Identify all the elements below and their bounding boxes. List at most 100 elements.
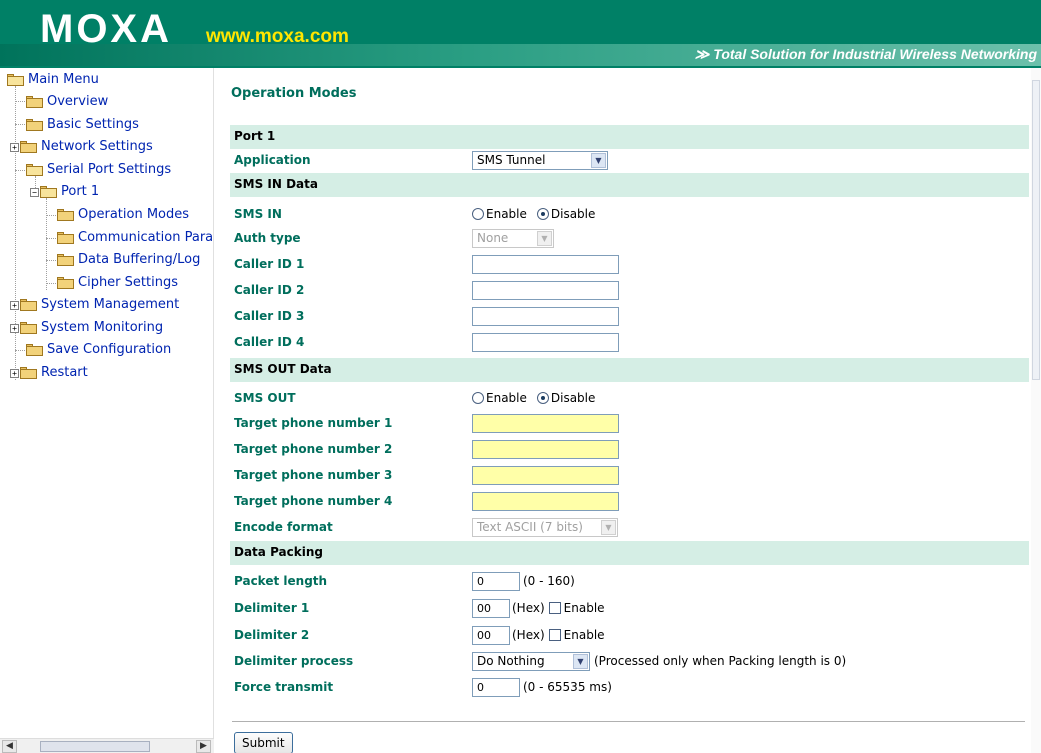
sms-in-disable-radio[interactable] [536,208,549,220]
row-target-phone-2: Target phone number 2 [230,437,1029,461]
target-phone-3-input[interactable] [472,465,619,485]
folder-icon [57,232,74,244]
enable-label: Enable [563,601,605,615]
tree-guide [15,101,25,102]
caller-id-4-input[interactable] [472,332,619,352]
application-select[interactable]: SMS Tunnel ▼ [472,150,608,170]
double-chevron-icon: ≫ [694,46,710,62]
disable-label: Disable [550,207,596,221]
section-sms-out-data: SMS OUT Data [230,358,1029,382]
section-title: SMS IN Data [234,177,318,191]
expand-plus-icon[interactable]: + [10,323,19,333]
section-title: SMS OUT Data [234,362,332,376]
row-caller-id-2: Caller ID 2 [230,278,1029,302]
tree-guide [46,215,56,216]
tagline-text: Total Solution for Industrial Wireless N… [713,46,1037,62]
sidebar-item-system-management[interactable]: + System Management [10,294,179,316]
delimiter-2-enable-checkbox[interactable] [548,629,561,641]
sms-out-label: SMS OUT [234,391,296,405]
caller-id-1-label: Caller ID 1 [234,257,305,271]
packet-length-input[interactable]: 0 [472,571,520,591]
target-phone-1-input[interactable] [472,413,619,433]
chevron-down-icon: ▼ [591,152,606,168]
sidebar-item-communication-parameters[interactable]: Communication Para [57,227,213,249]
scroll-left-icon[interactable]: ◀ [2,740,17,753]
section-port-1: Port 1 [230,125,1029,149]
section-sms-in-data: SMS IN Data [230,173,1029,197]
caller-id-3-input[interactable] [472,306,619,326]
row-caller-id-3: Caller ID 3 [230,304,1029,328]
sidebar-item-basic-settings[interactable]: Basic Settings [26,114,139,136]
disable-label: Disable [550,391,596,405]
section-data-packing: Data Packing [230,541,1029,565]
scrollbar-thumb[interactable] [40,741,150,752]
folder-icon [57,209,74,221]
tagline: ≫ Total Solution for Industrial Wireless … [695,46,1037,63]
application-label: Application [234,153,311,167]
sidebar-item-operation-modes[interactable]: Operation Modes [57,204,189,226]
tree-guide [46,198,47,290]
sidebar-item-system-monitoring[interactable]: + System Monitoring [10,317,163,339]
force-transmit-input[interactable]: 0 [472,677,520,697]
delimiter-1-label: Delimiter 1 [234,601,310,615]
auth-type-label: Auth type [234,231,301,245]
delimiter-2-input[interactable]: 00 [472,625,510,645]
header-banner: MOXA www.moxa.com ≫ Total Solution for In… [0,0,1041,68]
sidebar-item-main-menu[interactable]: Main Menu [7,69,99,91]
tagline-bar: ≫ Total Solution for Industrial Wireless … [0,44,1041,66]
delimiter-1-enable-checkbox[interactable] [548,602,561,614]
submit-button[interactable]: Submit [234,732,293,753]
delimiter-process-select[interactable]: Do Nothing ▼ [472,651,590,671]
caller-id-2-input[interactable] [472,280,619,300]
delimiter-1-input[interactable]: 00 [472,598,510,618]
tree-guide [15,350,25,351]
scrollbar-thumb[interactable] [1032,80,1040,380]
section-title: Port 1 [234,129,276,143]
encode-format-label: Encode format [234,520,333,534]
folder-icon [57,277,74,289]
folder-icon [57,254,74,266]
sidebar-item-serial-port-settings[interactable]: Serial Port Settings [26,159,171,181]
sms-out-enable-radio[interactable] [472,392,484,404]
sidebar-item-overview[interactable]: Overview [26,91,108,113]
row-target-phone-3: Target phone number 3 [230,463,1029,487]
encode-format-select[interactable]: Text ASCII (7 bits) ▼ [472,517,618,537]
chevron-down-icon: ▼ [537,230,552,246]
tree-guide [15,124,25,125]
auth-type-select[interactable]: None ▼ [472,228,554,248]
sidebar-item-restart[interactable]: + Restart [10,362,88,384]
scroll-right-icon[interactable]: ▶ [196,740,211,753]
folder-icon [20,299,37,311]
sidebar-item-port-1[interactable]: − Port 1 [30,181,99,203]
sidebar-item-network-settings[interactable]: + Network Settings [10,136,153,158]
sms-out-disable-radio[interactable] [536,392,549,404]
sidebar-item-data-buffering-log[interactable]: Data Buffering/Log [57,249,200,271]
caller-id-1-input[interactable] [472,254,619,274]
sidebar-item-save-configuration[interactable]: Save Configuration [26,339,171,361]
row-delimiter-process: Delimiter process Do Nothing ▼ (Processed … [230,649,1029,673]
sidebar-tree: Main Menu Overview Basic Settings + Netwo… [0,68,214,753]
expand-plus-icon[interactable]: + [10,142,19,152]
hex-label: (Hex) [512,628,545,642]
sidebar-horizontal-scrollbar[interactable]: ◀ ▶ [0,738,214,753]
caller-id-3-label: Caller ID 3 [234,309,305,323]
folder-open-icon [26,164,43,176]
enable-label: Enable [563,628,605,642]
force-transmit-range: (0 - 65535 ms) [523,680,612,694]
collapse-minus-icon[interactable]: − [30,187,39,197]
delimiter-2-label: Delimiter 2 [234,628,310,642]
content-vertical-scrollbar[interactable] [1031,68,1041,753]
page-title: Operation Modes [231,86,357,101]
force-transmit-label: Force transmit [234,680,334,694]
folder-icon [20,322,37,334]
sidebar-item-cipher-settings[interactable]: Cipher Settings [57,272,178,294]
chevron-down-icon: ▼ [601,519,616,535]
expand-plus-icon[interactable]: + [10,300,19,310]
target-phone-2-input[interactable] [472,439,619,459]
target-phone-4-input[interactable] [472,491,619,511]
row-force-transmit: Force transmit 0 (0 - 65535 ms) [230,675,1029,699]
target-phone-4-label: Target phone number 4 [234,494,393,508]
expand-plus-icon[interactable]: + [10,368,19,378]
sms-in-enable-radio[interactable] [472,208,484,220]
folder-icon [26,96,43,108]
